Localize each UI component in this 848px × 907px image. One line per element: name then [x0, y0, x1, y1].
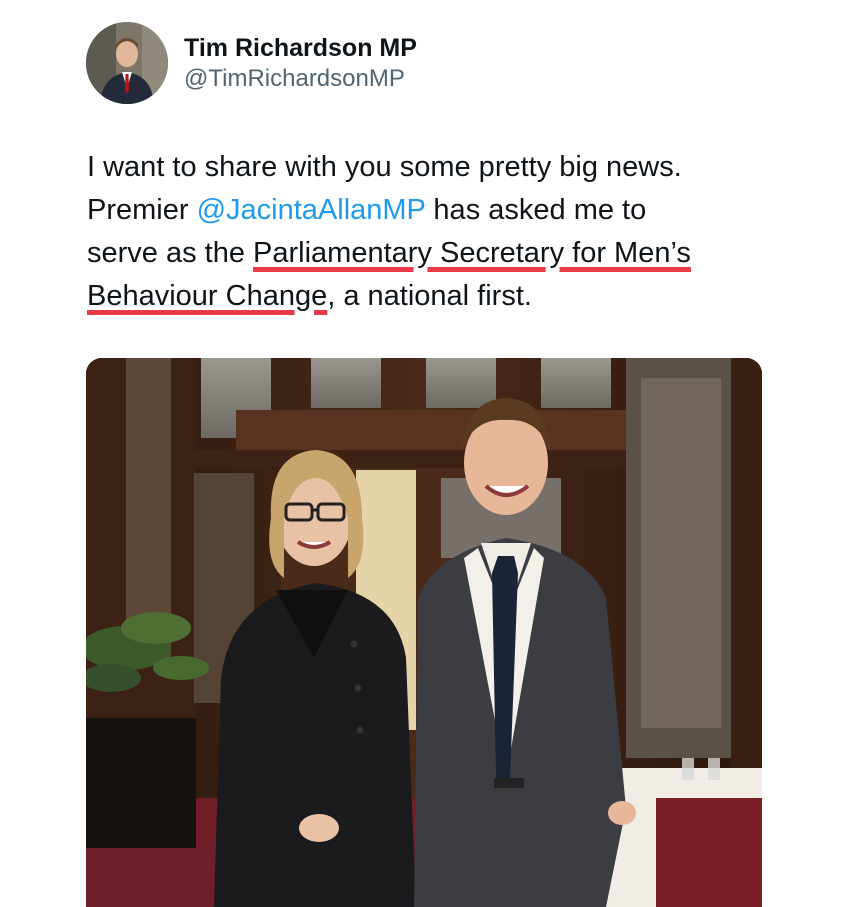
tweet-text-asked: has asked me to	[425, 194, 647, 226]
highlighted-title-part1: Parliamentary Secretary for Men’s	[253, 237, 691, 269]
tweet-text-serve: serve as the	[87, 237, 254, 269]
photo-image	[86, 358, 762, 907]
mention-link[interactable]: @JacintaAllanMP	[197, 194, 426, 226]
author-handle[interactable]: @TimRichardsonMP	[184, 64, 417, 94]
tweet-text-national-first: , a national first.	[327, 280, 532, 312]
tweet-header: Tim Richardson MP @TimRichardsonMP	[86, 20, 417, 106]
highlighted-title-part2: Behaviour Change	[87, 280, 328, 312]
tweet-text-premier: Premier	[87, 194, 197, 226]
tweet-text: I want to share with you some pretty big…	[87, 146, 787, 318]
avatar[interactable]	[86, 22, 168, 104]
author-names: Tim Richardson MP @TimRichardsonMP	[184, 32, 417, 94]
tweet-line-3: serve as the Parliamentary Secretary for…	[87, 232, 787, 275]
avatar-image	[86, 22, 168, 104]
tweet-line-2: Premier @JacintaAllanMP has asked me to	[87, 189, 787, 232]
tweet-photo[interactable]	[86, 358, 762, 907]
tweet-line-4: Behaviour Change, a national first.	[87, 275, 787, 318]
tweet-text-line1: I want to share with you some pretty big…	[87, 151, 682, 183]
author-display-name[interactable]: Tim Richardson MP	[184, 32, 417, 64]
tweet-card: Tim Richardson MP @TimRichardsonMP I wan…	[0, 0, 848, 907]
tweet-line-1: I want to share with you some pretty big…	[87, 146, 787, 189]
